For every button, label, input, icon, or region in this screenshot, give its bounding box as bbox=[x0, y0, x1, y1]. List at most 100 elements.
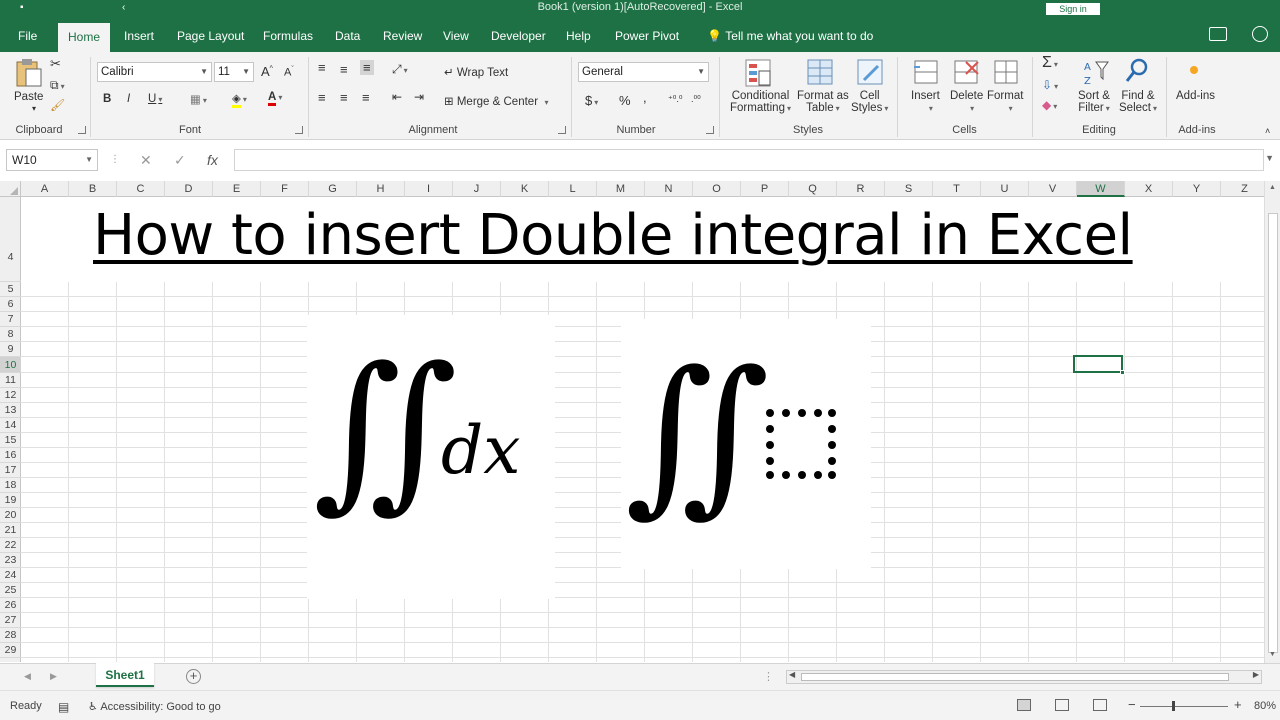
decrease-decimal-icon[interactable]: .⁰⁰ bbox=[691, 94, 701, 105]
percent-button[interactable]: % bbox=[619, 93, 631, 108]
insert-cells-icon[interactable] bbox=[912, 58, 940, 86]
sheet-tab-sheet1[interactable]: Sheet1 bbox=[96, 663, 154, 687]
row-header-18[interactable]: 18 bbox=[0, 478, 21, 493]
name-box[interactable]: W10 ▼ bbox=[6, 149, 98, 171]
autosum-icon[interactable]: Σ ▾ bbox=[1042, 54, 1058, 72]
cell-styles-icon[interactable] bbox=[856, 58, 886, 88]
underline-button[interactable]: U ▾ bbox=[148, 93, 162, 105]
tab-insert[interactable]: Insert bbox=[114, 18, 164, 52]
next-sheet-icon[interactable]: ▶ bbox=[50, 671, 57, 682]
row-header-10[interactable]: 10 bbox=[0, 357, 21, 373]
row-header-23[interactable]: 23 bbox=[0, 553, 21, 568]
shrink-font-button[interactable]: Aˇ bbox=[284, 66, 294, 79]
column-header-m[interactable]: M bbox=[597, 181, 645, 197]
sign-in-button[interactable]: Sign in bbox=[1046, 3, 1100, 15]
increase-decimal-icon[interactable]: ⁺⁰.⁰ bbox=[668, 94, 682, 105]
merged-title-cell[interactable]: How to insert Double integral in Excel bbox=[21, 197, 1264, 282]
decrease-indent-icon[interactable]: ⇤ bbox=[392, 90, 402, 104]
tab-view[interactable]: View bbox=[433, 18, 479, 52]
select-all-corner[interactable] bbox=[0, 181, 21, 197]
format-as-table-button[interactable]: Format as Table ▾ bbox=[797, 90, 849, 114]
enter-icon[interactable]: ✓ bbox=[174, 152, 186, 169]
vertical-scroll-thumb[interactable] bbox=[1268, 213, 1278, 653]
column-header-q[interactable]: Q bbox=[789, 181, 837, 197]
column-header-p[interactable]: P bbox=[741, 181, 789, 197]
horizontal-scrollbar[interactable]: ◀ ▶ bbox=[786, 670, 1262, 684]
sort-filter-icon[interactable]: A Z bbox=[1082, 58, 1110, 88]
sort-filter-button[interactable]: Sort & Filter ▾ bbox=[1078, 90, 1110, 114]
column-header-e[interactable]: E bbox=[213, 181, 261, 197]
fill-icon[interactable]: ⇩ ▾ bbox=[1042, 78, 1058, 92]
row-header-17[interactable]: 17 bbox=[0, 463, 21, 478]
merge-center-button[interactable]: ⊞ Merge & Center ▾ bbox=[444, 94, 549, 108]
align-right-icon[interactable]: ≡ bbox=[362, 90, 370, 105]
horizontal-scroll-thumb[interactable] bbox=[801, 673, 1229, 681]
column-header-k[interactable]: K bbox=[501, 181, 549, 197]
collapse-ribbon-icon[interactable]: ˄ bbox=[1265, 126, 1270, 136]
cell-styles-button[interactable]: Cell Styles ▾ bbox=[851, 90, 888, 114]
paste-dropdown-icon[interactable]: ▾ bbox=[32, 104, 36, 113]
column-header-v[interactable]: V bbox=[1029, 181, 1077, 197]
row-header-21[interactable]: 21 bbox=[0, 523, 21, 538]
clipboard-launcher-icon[interactable] bbox=[78, 126, 86, 134]
format-painter-icon[interactable]: 🖌 bbox=[50, 98, 65, 112]
delete-cells-icon[interactable] bbox=[952, 58, 980, 86]
grow-font-button[interactable]: A^ bbox=[261, 64, 273, 79]
tab-help[interactable]: Help bbox=[556, 18, 601, 52]
currency-button[interactable]: $ ▾ bbox=[585, 93, 598, 108]
row-header-29[interactable]: 29 bbox=[0, 643, 21, 658]
column-header-g[interactable]: G bbox=[309, 181, 357, 197]
italic-button[interactable]: I bbox=[127, 93, 130, 105]
find-select-button[interactable]: Find & Select ▾ bbox=[1119, 90, 1157, 114]
row-header-7[interactable]: 7 bbox=[0, 312, 21, 327]
borders-icon[interactable]: ▦ ▾ bbox=[190, 92, 207, 106]
row-header-11[interactable]: 11 bbox=[0, 373, 21, 388]
wrap-text-button[interactable]: ↵ Wrap Text bbox=[444, 65, 508, 79]
cut-icon[interactable]: ✂ bbox=[50, 56, 61, 72]
scroll-right-icon[interactable]: ▶ bbox=[1253, 670, 1259, 679]
format-cells-button[interactable]: Format ▾ bbox=[987, 90, 1023, 114]
zoom-out-button[interactable]: − bbox=[1128, 697, 1136, 712]
row-header-16[interactable]: 16 bbox=[0, 448, 21, 463]
tab-developer[interactable]: Developer bbox=[481, 18, 556, 52]
column-header-c[interactable]: C bbox=[117, 181, 165, 197]
scroll-down-icon[interactable]: ▼ bbox=[1269, 651, 1276, 658]
align-bottom-icon[interactable]: ≡ bbox=[360, 60, 374, 75]
column-header-t[interactable]: T bbox=[933, 181, 981, 197]
zoom-slider[interactable] bbox=[1140, 701, 1228, 711]
cancel-icon[interactable]: ✕ bbox=[140, 152, 152, 169]
align-middle-icon[interactable]: ≡ bbox=[340, 62, 348, 77]
column-header-b[interactable]: B bbox=[69, 181, 117, 197]
bold-button[interactable]: B bbox=[103, 93, 111, 105]
find-select-icon[interactable] bbox=[1124, 56, 1152, 86]
accessibility-status[interactable]: ♿ Accessibility: Good to go bbox=[88, 700, 221, 713]
format-cells-icon[interactable] bbox=[992, 58, 1020, 86]
column-header-w[interactable]: W bbox=[1077, 181, 1125, 197]
row-header-15[interactable]: 15 bbox=[0, 433, 21, 448]
column-header-y[interactable]: Y bbox=[1173, 181, 1221, 197]
column-header-n[interactable]: N bbox=[645, 181, 693, 197]
normal-view-icon[interactable] bbox=[1017, 699, 1031, 711]
add-sheet-icon[interactable]: + bbox=[186, 669, 201, 684]
scroll-left-icon[interactable]: ◀ bbox=[789, 670, 795, 679]
insert-function-icon[interactable]: fx bbox=[207, 152, 218, 168]
row-header-13[interactable]: 13 bbox=[0, 403, 21, 418]
clear-icon[interactable]: ◆ ▾ bbox=[1042, 98, 1057, 112]
column-header-d[interactable]: D bbox=[165, 181, 213, 197]
page-layout-view-icon[interactable] bbox=[1055, 699, 1069, 711]
column-header-o[interactable]: O bbox=[693, 181, 741, 197]
row-header-28[interactable]: 28 bbox=[0, 628, 21, 643]
align-center-icon[interactable]: ≡ bbox=[340, 90, 348, 105]
macro-record-icon[interactable]: ▤ bbox=[58, 700, 69, 714]
font-launcher-icon[interactable] bbox=[295, 126, 303, 134]
prev-sheet-icon[interactable]: ◀ bbox=[24, 671, 31, 682]
active-cell-w10[interactable] bbox=[1073, 355, 1125, 375]
orientation-icon[interactable]: ⤢ ▾ bbox=[392, 62, 408, 77]
zoom-level[interactable]: 80% bbox=[1254, 700, 1276, 712]
worksheet-grid[interactable]: How to insert Double integral in Excel ∬… bbox=[21, 197, 1264, 662]
zoom-in-button[interactable]: + bbox=[1234, 697, 1242, 712]
column-header-a[interactable]: A bbox=[21, 181, 69, 197]
conditional-formatting-icon[interactable] bbox=[744, 58, 774, 88]
tell-me-search[interactable]: 💡 Tell me what you want to do bbox=[697, 18, 883, 52]
column-header-z[interactable]: Z bbox=[1221, 181, 1269, 197]
